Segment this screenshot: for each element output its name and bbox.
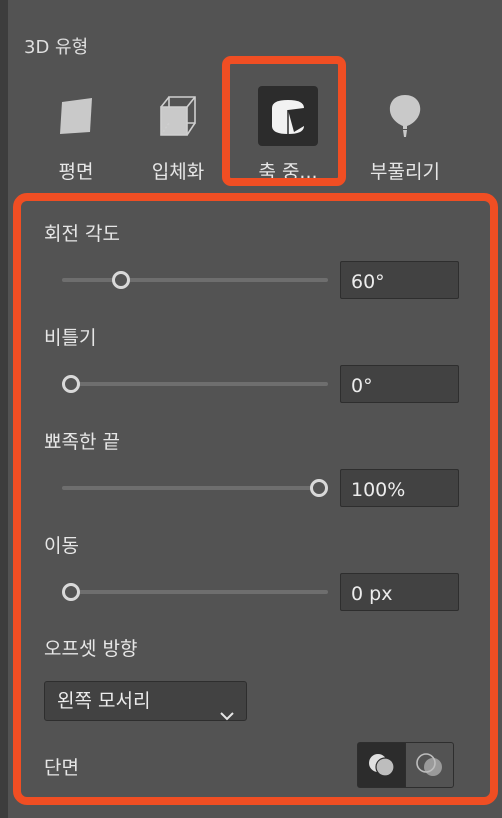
offset-direction-value: 왼쪽 모서리 <box>57 690 151 712</box>
type-label-flat: 평면 <box>58 161 94 183</box>
twist-slider-thumb[interactable] <box>62 375 80 393</box>
taper-label: 뾰족한 끝 <box>44 431 120 453</box>
type-button-flat[interactable]: 평면 <box>26 80 126 190</box>
cap-on-button[interactable] <box>358 743 405 787</box>
chevron-down-icon <box>220 696 234 734</box>
cap-on-icon <box>368 754 395 777</box>
offset-direction-select[interactable]: 왼쪽 모서리 <box>44 681 247 721</box>
cap-toggle-group <box>357 742 454 788</box>
extrude-cube-icon <box>148 86 208 146</box>
taper-input[interactable]: 100% <box>340 469 459 507</box>
section-title: 3D 유형 <box>24 37 89 58</box>
left-panel-edge <box>0 0 8 818</box>
flat-icon <box>46 86 106 146</box>
move-slider[interactable] <box>62 583 328 601</box>
cap-off-icon <box>415 753 442 776</box>
type-label-extrude: 입체화 <box>151 161 205 183</box>
type-label-inflate: 부풀리기 <box>370 161 440 183</box>
rotation-angle-slider[interactable] <box>62 271 328 289</box>
move-slider-thumb[interactable] <box>62 583 80 601</box>
twist-label: 비틀기 <box>44 327 97 349</box>
move-label: 이동 <box>44 535 79 557</box>
rotation-angle-label: 회전 각도 <box>44 223 120 245</box>
cap-label: 단면 <box>44 757 79 779</box>
move-input[interactable]: 0 px <box>340 573 459 611</box>
offset-direction-label: 오프셋 방향 <box>44 638 138 660</box>
taper-slider-thumb[interactable] <box>310 479 328 497</box>
twist-slider[interactable] <box>62 375 328 393</box>
rotation-angle-slider-thumb[interactable] <box>111 271 130 289</box>
type-button-inflate[interactable]: 부풀리기 <box>355 80 455 190</box>
taper-slider[interactable] <box>62 479 328 497</box>
inflate-balloon-icon <box>375 86 435 146</box>
highlight-revolve <box>222 56 346 186</box>
cap-off-button[interactable] <box>405 743 453 787</box>
type-button-extrude[interactable]: 입체화 <box>128 80 228 190</box>
twist-input[interactable]: 0° <box>340 365 459 403</box>
rotation-angle-input[interactable]: 60° <box>340 261 459 299</box>
